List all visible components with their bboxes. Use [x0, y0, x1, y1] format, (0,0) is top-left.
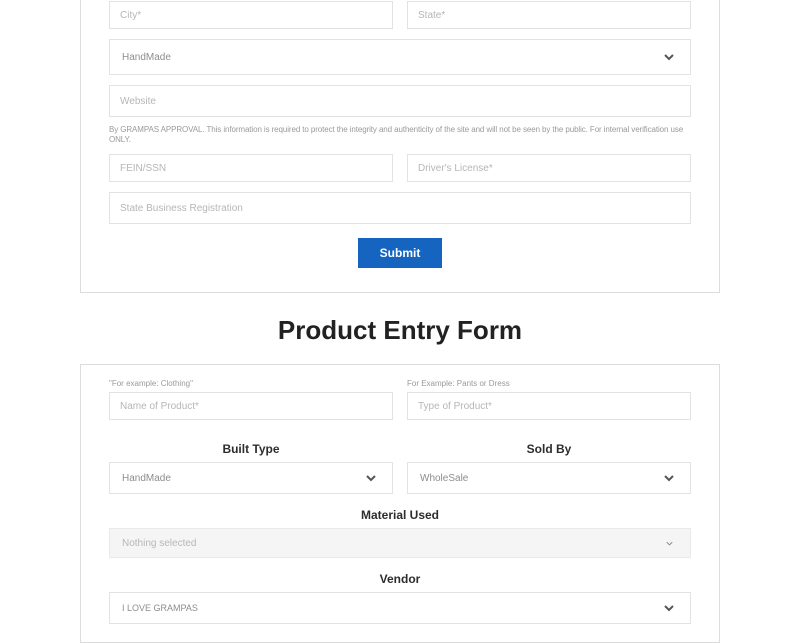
chevron-down-icon [660, 469, 678, 487]
product-form-card: "For example: Clothing" Name of Product*… [80, 364, 720, 643]
chevron-down-icon [660, 534, 678, 552]
product-type-field[interactable]: Type of Product* [407, 392, 691, 420]
city-placeholder: City* [120, 10, 141, 21]
vendor-label: Vendor [109, 572, 691, 586]
product-name-placeholder: Name of Product* [120, 401, 199, 412]
vendor-select[interactable]: I LOVE GRAMPAS [109, 592, 691, 624]
type-hint: For Example: Pants or Dress [407, 379, 691, 388]
product-type-placeholder: Type of Product* [418, 401, 492, 412]
website-placeholder: Website [120, 96, 156, 107]
name-hint: "For example: Clothing" [109, 379, 393, 388]
state-field[interactable]: State* [407, 1, 691, 29]
built-type-value: HandMade [122, 473, 171, 484]
vendor-form-card: City* State* HandMade Website By GRAMPAS… [80, 0, 720, 293]
drivers-placeholder: Driver's License* [418, 163, 493, 174]
sold-by-value: WholeSale [420, 473, 468, 484]
website-field[interactable]: Website [109, 85, 691, 117]
handmade-value: HandMade [122, 52, 171, 63]
state-reg-placeholder: State Business Registration [120, 203, 243, 214]
built-type-label: Built Type [109, 442, 393, 456]
material-value: Nothing selected [122, 538, 197, 549]
submit-button[interactable]: Submit [358, 238, 443, 268]
state-placeholder: State* [418, 10, 445, 21]
sold-by-label: Sold By [407, 442, 691, 456]
chevron-down-icon [660, 599, 678, 617]
city-field[interactable]: City* [109, 1, 393, 29]
product-name-field[interactable]: Name of Product* [109, 392, 393, 420]
state-registration-field[interactable]: State Business Registration [109, 192, 691, 224]
approval-note: By GRAMPAS APPROVAL. This information is… [109, 125, 691, 144]
product-form-title: Product Entry Form [80, 315, 720, 346]
fein-field[interactable]: FEIN/SSN [109, 154, 393, 182]
material-used-label: Material Used [109, 508, 691, 522]
fein-placeholder: FEIN/SSN [120, 163, 166, 174]
material-select[interactable]: Nothing selected [109, 528, 691, 558]
vendor-value: I LOVE GRAMPAS [122, 603, 198, 613]
handmade-select[interactable]: HandMade [109, 39, 691, 75]
chevron-down-icon [362, 469, 380, 487]
chevron-down-icon [660, 48, 678, 66]
sold-by-select[interactable]: WholeSale [407, 462, 691, 494]
drivers-license-field[interactable]: Driver's License* [407, 154, 691, 182]
built-type-select[interactable]: HandMade [109, 462, 393, 494]
